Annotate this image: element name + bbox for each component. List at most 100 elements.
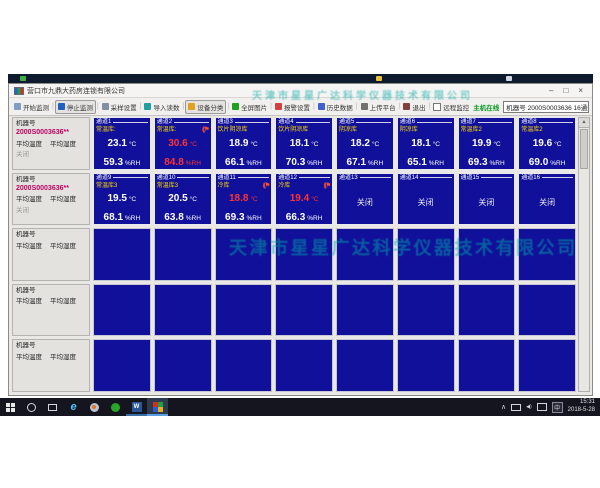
channel-closed-text: 关闭 <box>519 181 575 225</box>
channel-panel[interactable] <box>518 284 576 337</box>
channel-panel[interactable] <box>397 284 455 337</box>
task-view-icon <box>48 404 57 411</box>
temp-unit: °C <box>493 141 500 148</box>
channel-location: 阴凉库 <box>400 127 418 133</box>
channel-panel[interactable]: 通道5阴凉库18.2°C67.1%RH <box>336 117 394 170</box>
host-status-text: 主机在线 <box>473 102 499 112</box>
app-icon <box>14 87 24 95</box>
browser-button[interactable] <box>84 398 105 416</box>
toolbar-separator: | <box>182 103 184 110</box>
channel-panel[interactable] <box>93 284 151 337</box>
input-method-indicator[interactable]: 中 <box>552 402 563 413</box>
channel-panel[interactable] <box>336 228 394 281</box>
edge-button[interactable]: e <box>63 398 84 416</box>
monitoring-app-button[interactable] <box>147 398 168 416</box>
word-button[interactable]: W <box>126 398 147 416</box>
cortana-button[interactable] <box>21 398 42 416</box>
channel-panel[interactable]: 通道7常温库219.9°C69.3%RH <box>458 117 516 170</box>
channel-panel[interactable] <box>336 339 394 392</box>
hum-number: 66.1 <box>225 157 244 168</box>
toolbar-button-上传平台[interactable]: 上传平台 <box>359 101 398 113</box>
toolbar-button-设备分类[interactable]: 设备分类 <box>185 100 226 114</box>
word-icon: W <box>132 402 142 412</box>
channel-panel[interactable] <box>154 339 212 392</box>
start-button[interactable] <box>0 398 21 416</box>
task-view-button[interactable] <box>42 398 63 416</box>
scroll-up-icon[interactable]: ▲ <box>579 118 589 128</box>
channel-panel[interactable] <box>397 339 455 392</box>
machine-info-box: 机器号平均温度平均湿度 <box>12 339 90 392</box>
temp-number: 19.5 <box>107 193 126 204</box>
temperature-value: 18.8°C <box>229 189 258 205</box>
avg-hum-label: 平均湿度 <box>50 243 76 251</box>
taskbar-clock[interactable]: 15:31 2018-5-28 <box>568 399 595 415</box>
device-dropdown[interactable]: 机器号 2000S0003636 16通道 ▼ <box>503 101 589 113</box>
toolbar-button-导入读数[interactable]: 导入读数 <box>142 101 181 113</box>
channel-panel[interactable]: 通道2常温库:((⚑30.6°C84.8%RH <box>154 117 212 170</box>
minimize-button[interactable]: – <box>549 87 553 95</box>
channel-panel[interactable]: 通道1常温库:23.1°C59.3%RH <box>93 117 151 170</box>
hum-number: 59.3 <box>104 157 123 168</box>
channel-panel[interactable] <box>518 228 576 281</box>
battery-icon[interactable] <box>511 404 521 411</box>
channel-panel[interactable] <box>397 228 455 281</box>
toolbar-button-退出[interactable]: 退出 <box>401 101 427 113</box>
toolbar-button-报警设置[interactable]: 报警设置 <box>273 101 312 113</box>
average-labels: 平均温度平均湿度 <box>16 243 86 251</box>
channel-panel[interactable]: 通道16关闭 <box>518 173 576 226</box>
channel-panel[interactable] <box>93 339 151 392</box>
channel-values: 18.1°C70.3%RH <box>276 134 332 169</box>
channel-panel[interactable]: 通道14关闭 <box>397 173 455 226</box>
channel-values: 18.9°C66.1%RH <box>216 134 272 169</box>
channel-panel[interactable] <box>215 284 273 337</box>
channel-panel[interactable] <box>518 339 576 392</box>
channel-panel[interactable] <box>275 339 333 392</box>
toolbar-button-开始监测[interactable]: 开始监测 <box>12 101 51 113</box>
toolbar-button-label: 设备分类 <box>197 102 223 112</box>
channel-panel[interactable]: 通道13关闭 <box>336 173 394 226</box>
stop-icon <box>58 103 65 110</box>
channel-panel[interactable]: 通道12冷库((⚑19.4°C66.3%RH <box>275 173 333 226</box>
channel-panel[interactable]: 通道11冷库((⚑18.8°C69.3%RH <box>215 173 273 226</box>
channel-panel[interactable] <box>336 284 394 337</box>
maximize-button[interactable]: □ <box>563 87 568 95</box>
channel-panel[interactable] <box>458 284 516 337</box>
temp-number: 18.1 <box>290 138 309 149</box>
channel-panel[interactable]: 通道10常温库320.5°C63.8%RH <box>154 173 212 226</box>
channel-panel[interactable]: 通道15关闭 <box>458 173 516 226</box>
channel-panel[interactable] <box>215 228 273 281</box>
channel-panel[interactable]: 通道8常温库219.6°C69.0%RH <box>518 117 576 170</box>
scrollbar-thumb[interactable] <box>580 129 588 169</box>
channel-panel[interactable]: 通道9常温库319.5°C68.1%RH <box>93 173 151 226</box>
channel-panel[interactable]: 通道6阴凉库18.1°C65.1%RH <box>397 117 455 170</box>
channel-panel[interactable] <box>154 228 212 281</box>
temperature-value: 19.4°C <box>290 189 319 205</box>
screenshot-page: 营口市九鼎大药房连锁有限公司 – □ × 开始监测|停止监测|采样设置|导入读数… <box>0 0 600 488</box>
antivirus-button[interactable] <box>105 398 126 416</box>
hum-unit: %RH <box>550 160 565 167</box>
vertical-scrollbar[interactable]: ▲ <box>578 117 590 392</box>
toolbar-button-采样设置[interactable]: 采样设置 <box>100 101 139 113</box>
channel-panel[interactable] <box>93 228 151 281</box>
display-icon[interactable] <box>537 403 547 411</box>
close-button[interactable]: × <box>578 87 583 95</box>
machine-info-box: 机器号平均温度平均湿度 <box>12 284 90 337</box>
channel-panel[interactable]: 通道4饮片阴凉库18.1°C70.3%RH <box>275 117 333 170</box>
speaker-icon[interactable]: ◀) <box>526 404 532 410</box>
toolbar-button-停止监测[interactable]: 停止监测 <box>55 100 96 114</box>
browser-icon <box>90 403 99 412</box>
temperature-value: 18.2°C <box>350 134 379 150</box>
channel-panel[interactable] <box>275 228 333 281</box>
channel-panel[interactable] <box>458 339 516 392</box>
channel-panel[interactable]: 通道3饮片阴凉库18.9°C66.1%RH <box>215 117 273 170</box>
channel-panel[interactable] <box>154 284 212 337</box>
hum-number: 69.0 <box>529 157 548 168</box>
toolbar-button-历史数据[interactable]: 历史数据 <box>316 101 355 113</box>
channel-panel[interactable] <box>215 339 273 392</box>
channel-panel[interactable] <box>458 228 516 281</box>
remote-monitor-checkbox[interactable]: 远程监控 <box>433 102 469 112</box>
tray-expand-icon[interactable]: ∧ <box>501 403 506 411</box>
toolbar-button-全屏图片[interactable]: 全屏图片 <box>230 101 269 113</box>
channel-location: 常温库: <box>96 127 116 133</box>
channel-panel[interactable] <box>275 284 333 337</box>
